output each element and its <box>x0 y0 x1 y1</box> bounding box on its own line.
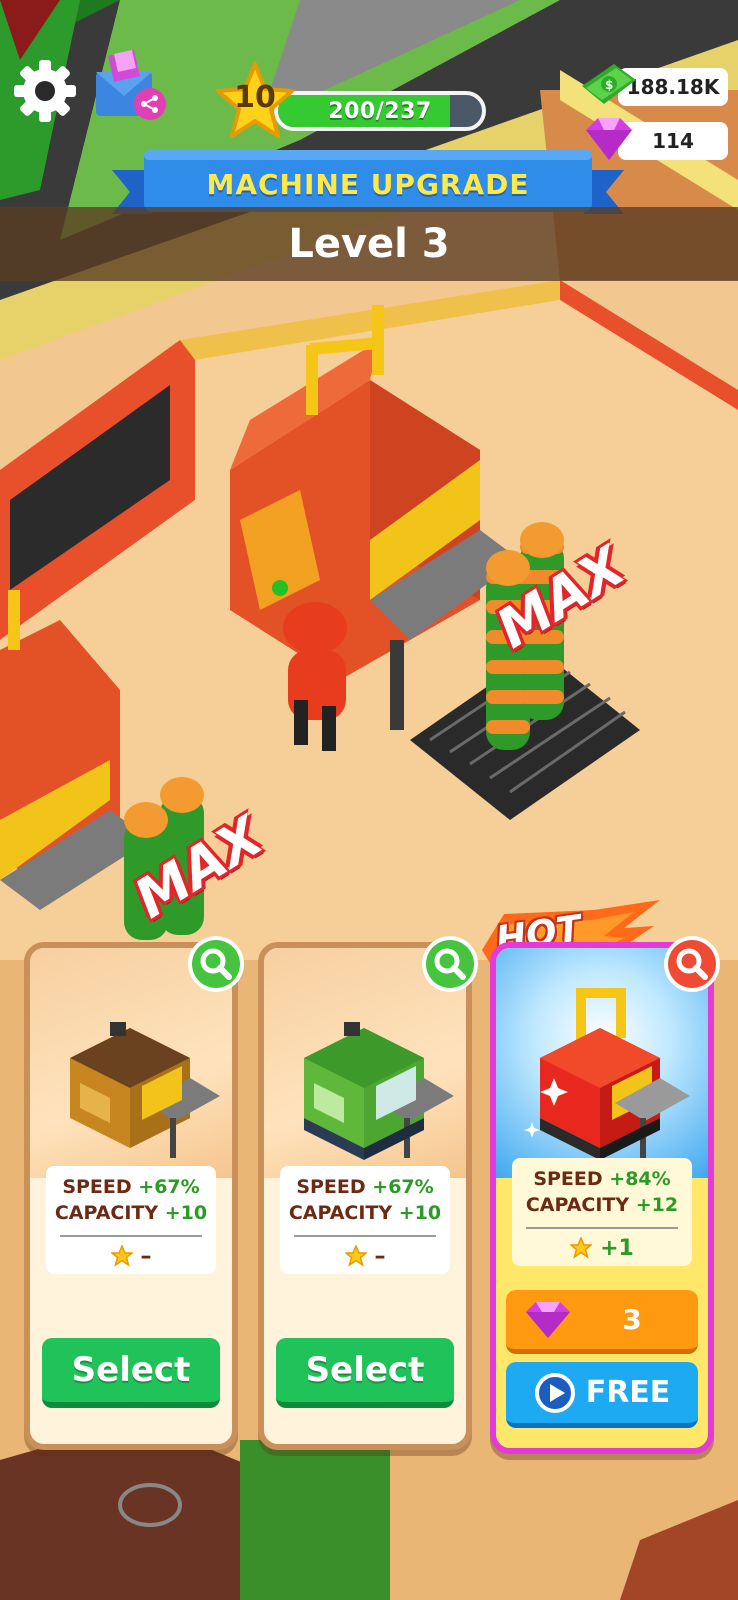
capacity-stat: CAPACITY +10 <box>46 1202 216 1224</box>
machine-preview-image <box>524 988 690 1160</box>
magnifier-icon <box>434 948 466 980</box>
level-strip: Level 3 <box>0 207 738 281</box>
star-reward-row: – <box>280 1242 450 1270</box>
xp-progress-text: 200/237 <box>328 98 432 124</box>
zoom-button[interactable] <box>422 936 478 992</box>
gear-icon <box>14 60 76 122</box>
star-icon <box>570 1237 593 1259</box>
magnifier-icon <box>200 948 232 980</box>
speed-label: SPEED <box>296 1176 366 1198</box>
free-ad-button[interactable]: FREE <box>506 1362 698 1428</box>
stat-divider <box>294 1235 436 1237</box>
player-level-number: 10 <box>234 80 276 115</box>
stats-panel: SPEED +84% CAPACITY +12 +1 <box>512 1158 692 1266</box>
level-star-badge: 10 <box>214 60 296 142</box>
star-reward-row: +1 <box>512 1234 692 1262</box>
zoom-button[interactable] <box>188 936 244 992</box>
magnifier-icon <box>676 948 708 980</box>
machine-option-card-hot[interactable]: SPEED +84% CAPACITY +12 +1 3 FREE <box>490 936 720 1454</box>
machine-preview-image <box>304 1022 454 1160</box>
capacity-stat: CAPACITY +12 <box>512 1194 692 1216</box>
machine-option-card[interactable]: SPEED +67% CAPACITY +10 – Select <box>24 936 244 1450</box>
capacity-label: CAPACITY <box>288 1202 393 1224</box>
star-reward-value: – <box>374 1243 386 1269</box>
zoom-button[interactable] <box>664 936 720 992</box>
speed-stat: SPEED +67% <box>280 1176 450 1198</box>
stats-panel: SPEED +67% CAPACITY +10 – <box>280 1166 450 1274</box>
machine-preview-image <box>70 1022 220 1158</box>
select-button[interactable]: Select <box>276 1338 454 1408</box>
cash-icon: $ <box>582 64 636 104</box>
star-reward-value: – <box>140 1243 152 1269</box>
capacity-label: CAPACITY <box>525 1194 630 1216</box>
speed-value: +67% <box>138 1176 200 1198</box>
star-reward-row: – <box>46 1242 216 1270</box>
mail-share-icon <box>96 50 166 120</box>
gem-cost: 3 <box>622 1303 642 1336</box>
star-reward-value: +1 <box>600 1235 634 1261</box>
star-icon <box>110 1245 133 1267</box>
capacity-stat: CAPACITY +10 <box>280 1202 450 1224</box>
capacity-value: +10 <box>164 1202 208 1224</box>
svg-text:$: $ <box>605 78 613 92</box>
player-level-widget: 200/237 10 <box>214 60 496 140</box>
speed-label: SPEED <box>62 1176 132 1198</box>
speed-value: +84% <box>609 1168 671 1190</box>
stat-divider <box>526 1227 678 1229</box>
xp-progress-bar: 200/237 <box>274 91 486 131</box>
buy-with-gems-button[interactable]: 3 <box>506 1290 698 1354</box>
settings-button[interactable] <box>10 56 80 126</box>
speed-stat: SPEED +67% <box>46 1176 216 1198</box>
mail-share-button[interactable] <box>92 46 172 126</box>
speed-label: SPEED <box>533 1168 603 1190</box>
stat-divider <box>60 1235 202 1237</box>
banner-title: MACHINE UPGRADE <box>206 167 530 201</box>
capacity-label: CAPACITY <box>54 1202 159 1224</box>
speed-value: +67% <box>372 1176 434 1198</box>
machine-level-label: Level 3 <box>288 221 450 267</box>
capacity-value: +10 <box>398 1202 442 1224</box>
select-button[interactable]: Select <box>42 1338 220 1408</box>
free-label: FREE <box>585 1375 671 1410</box>
capacity-value: +12 <box>635 1194 679 1216</box>
speed-stat: SPEED +84% <box>512 1168 692 1190</box>
machine-option-card[interactable]: SPEED +67% CAPACITY +10 – Select <box>258 936 478 1450</box>
cash-counter: 188.18K $ <box>576 64 728 106</box>
play-icon <box>534 1372 575 1413</box>
stats-panel: SPEED +67% CAPACITY +10 – <box>46 1166 216 1274</box>
star-icon <box>344 1245 367 1267</box>
